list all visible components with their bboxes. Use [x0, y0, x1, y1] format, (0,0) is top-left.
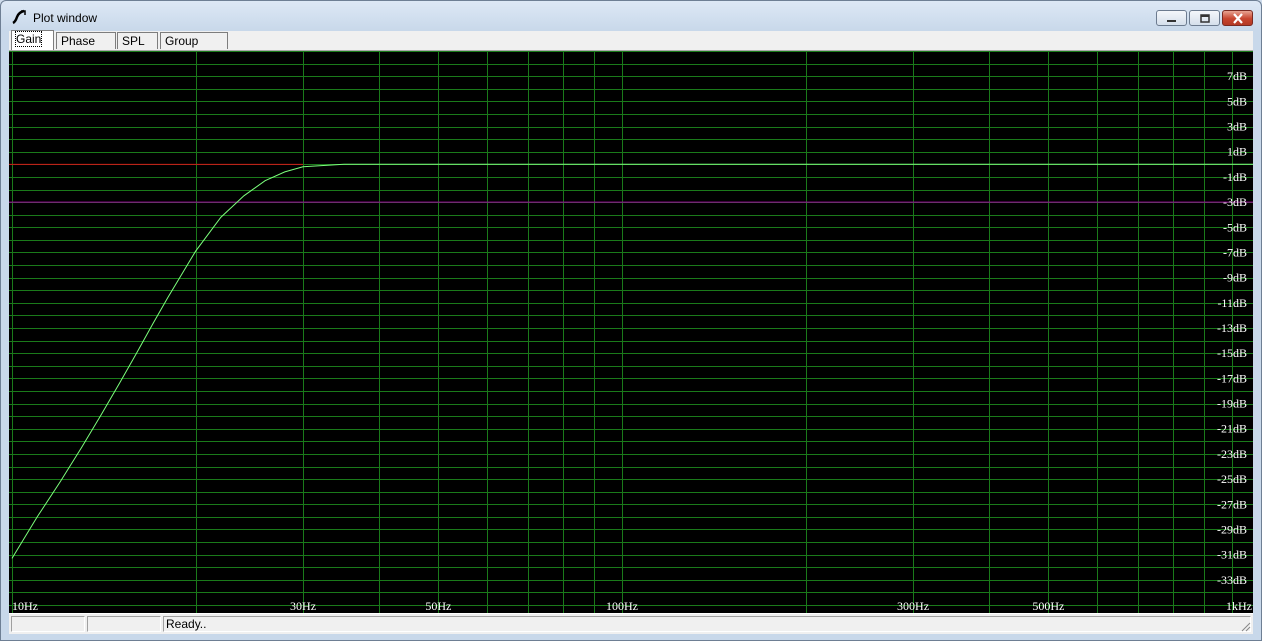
window-title: Plot window — [33, 11, 98, 25]
y-tick-label: -23dB — [1217, 447, 1247, 461]
y-tick-label: -17dB — [1217, 371, 1247, 385]
y-tick-label: 3dB — [1227, 120, 1247, 134]
y-tick-label: 1dB — [1227, 145, 1247, 159]
reference-lines — [9, 163, 1253, 203]
gain-plot[interactable]: 7dB 5dB 3dB 1dB -1dB -3dB -5dB -7dB -9dB -11dB -13… — [9, 51, 1253, 613]
minimize-button[interactable] — [1156, 10, 1187, 26]
status-panel-1 — [11, 616, 85, 632]
restore-icon — [1200, 14, 1210, 23]
app-icon — [12, 9, 26, 25]
x-tick-label: 1kHz — [1226, 599, 1252, 613]
series — [11, 163, 1253, 559]
tab-spl-label: SPL — [122, 34, 145, 48]
y-tick-label: 7dB — [1227, 69, 1247, 83]
x-tick-label: 30Hz — [290, 599, 316, 613]
y-tick-label: -15dB — [1217, 346, 1247, 360]
x-tick-label: 500Hz — [1032, 599, 1064, 613]
y-tick-label: -7dB — [1223, 245, 1247, 259]
x-tick-label: 100Hz — [606, 599, 638, 613]
y-tick-label: -11dB — [1217, 296, 1247, 310]
tab-spl[interactable]: SPL — [117, 32, 158, 49]
status-panel-2 — [87, 616, 161, 632]
y-tick-label: -13dB — [1217, 321, 1247, 335]
x-tick-label: 10Hz — [12, 599, 38, 613]
close-icon — [1233, 13, 1243, 24]
y-tick-label: -21dB — [1217, 422, 1247, 436]
gain-plot-svg: 7dB 5dB 3dB 1dB -1dB -3dB -5dB -7dB -9dB -11dB -13… — [9, 51, 1253, 613]
tab-gain[interactable]: Gain — [11, 30, 54, 50]
x-tick-label: 300Hz — [897, 599, 929, 613]
y-tick-label: -1dB — [1223, 170, 1247, 184]
minimize-icon — [1167, 20, 1176, 22]
y-tick-label: -3dB — [1223, 195, 1247, 209]
y-tick-label: -9dB — [1223, 271, 1247, 285]
title-bar[interactable]: Plot window — [1, 1, 1261, 31]
tab-bar: Gain Phase plot SPL Group delay — [9, 30, 1253, 64]
y-tick-label: -29dB — [1217, 522, 1247, 536]
y-tick-label: -33dB — [1217, 573, 1247, 587]
gain-curve — [11, 163, 1253, 559]
grid — [9, 51, 1253, 613]
y-tick-label: -25dB — [1217, 472, 1247, 486]
y-tick-label: -31dB — [1217, 548, 1247, 562]
y-tick-label: -27dB — [1217, 497, 1247, 511]
y-tick-label: 5dB — [1227, 94, 1247, 108]
close-button[interactable] — [1222, 10, 1253, 26]
plot-window: Plot window Gain Phase plot SPL Group de… — [0, 0, 1262, 641]
resize-grip-icon[interactable] — [1239, 620, 1251, 632]
status-bar: Ready.. — [9, 613, 1253, 634]
x-tick-label: 50Hz — [425, 599, 451, 613]
maximize-button[interactable] — [1189, 10, 1220, 26]
y-tick-label: -19dB — [1217, 397, 1247, 411]
tab-gain-label: Gain — [14, 31, 43, 47]
y-tick-label: -5dB — [1223, 220, 1247, 234]
tab-phase-plot[interactable]: Phase plot — [56, 32, 116, 64]
status-message: Ready.. — [163, 616, 1251, 632]
tab-group-delay[interactable]: Group delay — [160, 32, 228, 64]
